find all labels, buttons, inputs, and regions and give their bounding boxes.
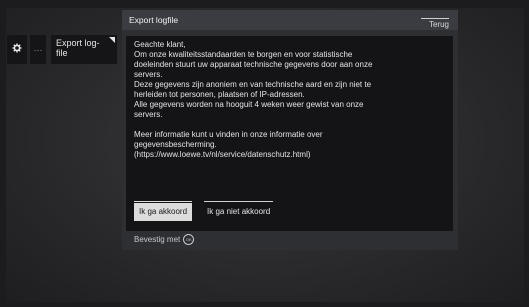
- decline-button[interactable]: Ik ga niet akkoord: [204, 201, 274, 221]
- confirm-hint: Bevestig met OK: [134, 234, 195, 245]
- dialog-body: Geachte klant, Om onze kwaliteitsstandaa…: [126, 36, 453, 231]
- dialog-header: Export logfile Terug: [122, 10, 458, 30]
- accept-button[interactable]: Ik ga akkoord: [134, 201, 193, 221]
- confirm-hint-label: Bevestig met: [134, 235, 181, 244]
- dialog-title: Export logfile: [129, 15, 179, 25]
- body-line: Meer informatie kunt u vinden in onze in…: [134, 130, 323, 139]
- export-logfile-tile[interactable]: Export log-file: [51, 35, 117, 64]
- export-logfile-dialog: Export logfile Terug Geachte klant, Om o…: [122, 10, 458, 250]
- body-line: Geachte klant,: [134, 40, 186, 49]
- body-line: Om onze kwaliteitsstandaarden te borgen …: [134, 50, 353, 59]
- gear-icon: [12, 43, 22, 56]
- export-logfile-tile-label: Export log-file: [56, 38, 100, 58]
- body-line: Deze gegevens zijn anoniem en van techni…: [134, 80, 372, 89]
- body-line: herleiden tot personen, plaatsen of IP-a…: [134, 90, 305, 99]
- more-label: ···: [33, 44, 43, 55]
- settings-tile[interactable]: [7, 35, 27, 64]
- privacy-url: (https://www.loewe.tv/nl/service/datensc…: [134, 150, 311, 159]
- more-tile[interactable]: ···: [30, 35, 46, 64]
- body-line: Alle gegevens worden na hooguit 4 weken …: [134, 100, 364, 109]
- tv-screen: ··· Export log-file Export logfile Terug…: [0, 0, 529, 307]
- body-line: doeleinden stuurt uw apparaat technische…: [134, 60, 373, 69]
- privacy-notice-text: Geachte klant, Om onze kwaliteitsstandaa…: [134, 40, 434, 160]
- selected-corner-icon: [109, 37, 115, 43]
- ok-button-icon: OK: [183, 234, 195, 245]
- ok-icon-text: OK: [185, 236, 192, 242]
- body-line: servers.: [134, 70, 163, 79]
- back-button[interactable]: Terug: [421, 18, 449, 29]
- body-line: gegevensbescherming.: [134, 140, 217, 149]
- body-line: servers.: [134, 110, 163, 119]
